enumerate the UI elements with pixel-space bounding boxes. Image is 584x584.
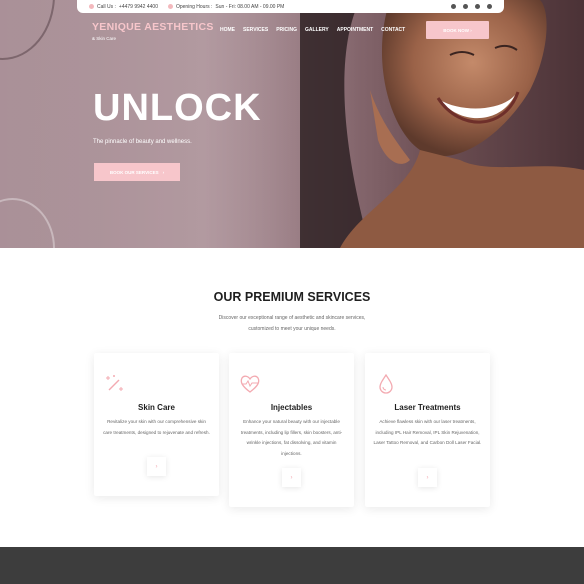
nav-gallery[interactable]: GALLERY <box>305 27 329 33</box>
hero-section: Call Us : +4479 9942 4400 Opening Hours … <box>0 0 584 248</box>
arrow-right-icon: › <box>290 474 293 481</box>
phone-icon <box>89 4 94 9</box>
card-text: Revitalize your skin with our comprehens… <box>103 419 210 435</box>
card-text: Enhance your natural beauty with our inj… <box>240 419 343 456</box>
opening-hours: Sun - Fri: 08.00 AM - 09.00 PM <box>215 3 285 10</box>
card-title: Injectables <box>270 403 313 412</box>
book-services-label: BOOK OUR SERVICES <box>109 169 159 175</box>
nav-contact[interactable]: CONTACT <box>381 27 405 33</box>
card-arrow-button[interactable]: › <box>147 457 166 476</box>
youtube-icon[interactable] <box>475 4 480 9</box>
drop-icon <box>379 373 393 394</box>
brand-tagline: & Skin Care <box>92 36 117 41</box>
book-services-button[interactable]: BOOK OUR SERVICES › <box>94 163 180 181</box>
brand-name: YENIQUE AESTHETICS <box>92 21 214 33</box>
hero-title: UNLOCK <box>93 87 262 129</box>
arrow-right-icon: › <box>426 474 429 481</box>
arrow-right-icon: › <box>162 169 165 175</box>
call-label: Call Us : <box>97 3 116 10</box>
arrow-right-icon: › <box>469 27 472 33</box>
hero-subtitle: The pinnacle of beauty and wellness. <box>93 139 192 145</box>
service-card-injectables[interactable]: Injectables Enhance your natural beauty … <box>229 353 354 507</box>
magic-wand-icon <box>106 375 123 391</box>
phone-info: Call Us : +4479 9942 4400 <box>89 4 158 10</box>
book-now-button[interactable]: BOOK NOW › <box>426 21 489 39</box>
card-arrow-button[interactable]: › <box>282 468 301 487</box>
nav-pricing[interactable]: PRICING <box>276 27 297 33</box>
arrow-right-icon: › <box>155 463 158 470</box>
card-arrow-button[interactable]: › <box>418 468 437 487</box>
service-card-laser-treatments[interactable]: Laser Treatments Achieve flawless skin w… <box>365 353 490 507</box>
services-description: Discover our exceptional range of aesthe… <box>218 315 366 332</box>
book-now-label: BOOK NOW <box>443 27 469 33</box>
nav-appointment[interactable]: APPOINTMENT <box>337 27 373 33</box>
twitter-icon[interactable] <box>463 4 468 9</box>
footer-section <box>0 547 584 584</box>
whatsapp-icon[interactable] <box>487 4 492 9</box>
hours-info: Opening Hours : Sun - Fri: 08.00 AM - 09… <box>167 3 285 10</box>
nav-home[interactable]: HOME <box>220 27 235 33</box>
facebook-icon[interactable] <box>451 4 456 9</box>
card-text: Achieve flawless skin with our laser tre… <box>373 419 482 445</box>
service-card-skin-care[interactable]: Skin Care Revitalize your skin with our … <box>94 353 219 496</box>
heart-pulse-icon <box>240 375 260 393</box>
phone-number[interactable]: +4479 9942 4400 <box>119 4 158 10</box>
services-title: OUR PREMIUM SERVICES <box>213 290 371 304</box>
main-nav: HOME SERVICES PRICING GALLERY APPOINTMEN… <box>220 27 405 33</box>
clock-icon <box>167 4 173 9</box>
top-info-bar: Call Us : +4479 9942 4400 Opening Hours … <box>77 0 504 13</box>
nav-services[interactable]: SERVICES <box>243 27 268 33</box>
hours-label: Opening Hours : <box>175 3 213 10</box>
brand-logo[interactable]: YENIQUE AESTHETICS & Skin Care <box>92 21 214 41</box>
social-links <box>451 4 492 9</box>
card-title: Laser Treatments <box>394 403 461 412</box>
card-title: Skin Care <box>138 403 175 412</box>
